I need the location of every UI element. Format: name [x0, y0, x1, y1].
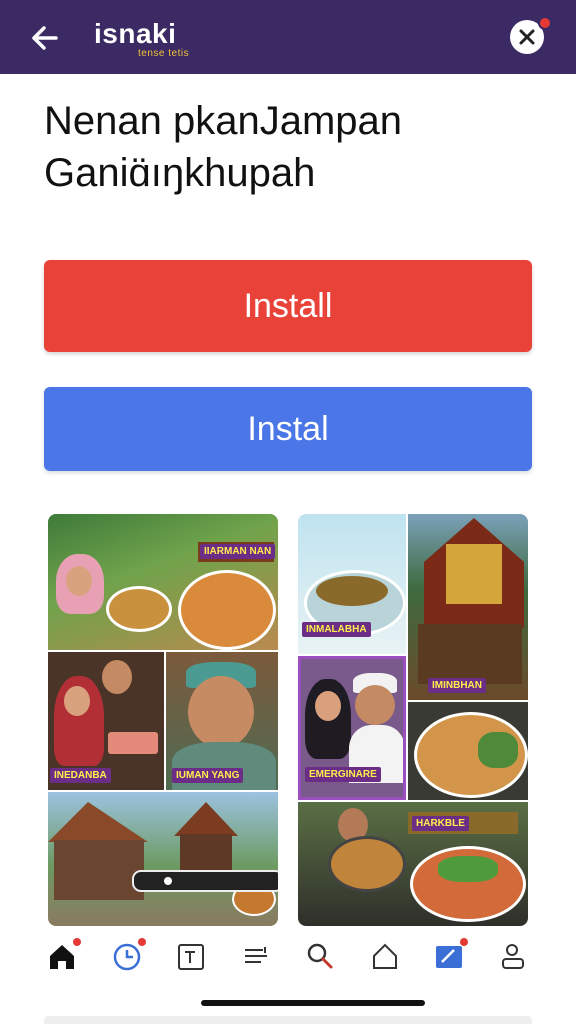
app-logo: isnaki — [94, 18, 177, 49]
tile-label: EMERGINARE — [305, 767, 381, 782]
nav-search[interactable] — [303, 939, 337, 973]
gallery-tile-noodles[interactable]: INMALABHA — [298, 514, 406, 654]
gallery-tile-selfie[interactable]: EMERGINARE — [298, 656, 406, 800]
profile-icon — [501, 944, 524, 969]
back-arrow-icon[interactable] — [26, 20, 66, 56]
nav-calendar[interactable] — [174, 939, 208, 973]
screenshot-gallery[interactable]: IIARMAN NAN INEDANBA IUMAN YANG INMALABH… — [48, 514, 528, 926]
install-button-primary[interactable]: Install — [44, 260, 532, 352]
nav-home[interactable] — [45, 938, 82, 973]
app-logo-subtitle: tense tetis — [138, 48, 190, 59]
gallery-tile-house[interactable] — [48, 792, 278, 926]
tile-label: IMINBHAN — [428, 678, 486, 693]
scrubber-knob[interactable] — [164, 877, 172, 885]
tile-label: INEDANBA — [50, 768, 111, 783]
tile-label: INMALABHA — [302, 622, 371, 637]
notification-dot — [538, 16, 552, 30]
nav-profile[interactable] — [497, 939, 531, 973]
gallery-column-left[interactable]: IIARMAN NAN INEDANBA IUMAN YANG — [48, 514, 278, 926]
gallery-column-right[interactable]: INMALABHA IMINBHAN EMERGINARE HARKBLE — [298, 514, 528, 926]
nav-clock[interactable] — [110, 938, 146, 973]
nav-badge — [137, 938, 146, 946]
bottom-sheet-edge — [44, 1016, 532, 1024]
tile-label: IIARMAN NAN — [200, 544, 276, 559]
calendar-icon — [178, 944, 205, 970]
nav-house[interactable] — [368, 939, 402, 973]
install-button-secondary[interactable]: Instal — [44, 387, 532, 471]
gallery-tile-food-1[interactable]: IIARMAN NAN — [48, 514, 278, 650]
home-indicator[interactable] — [201, 1000, 425, 1006]
page-title: Nenan pkanJampan Ganiɑ̈ıŋkhupah — [44, 95, 544, 199]
gallery-tile-vendor[interactable]: HARKBLE — [298, 802, 528, 926]
video-scrubber[interactable] — [132, 870, 278, 892]
gallery-tile-man[interactable]: IUMAN YANG — [166, 652, 278, 790]
search-icon — [308, 943, 333, 969]
list-icon — [244, 947, 267, 963]
nav-edit[interactable] — [432, 938, 469, 973]
nav-badge — [73, 938, 82, 946]
app-header: isnaki tense tetis — [0, 0, 576, 74]
nav-badge — [460, 938, 469, 946]
tile-label: IUMAN YANG — [172, 768, 244, 783]
tile-label: HARKBLE — [412, 816, 469, 831]
gallery-tile-couple[interactable]: INEDANBA — [48, 652, 164, 790]
house-icon — [372, 943, 397, 969]
gallery-tile-dish[interactable] — [408, 702, 528, 800]
bottom-navigation — [0, 930, 576, 982]
title-line-2: Ganiɑ̈ıŋkhupah — [44, 151, 316, 195]
title-line-1: Nenan pkanJampan — [44, 99, 403, 143]
nav-list[interactable] — [239, 939, 273, 973]
gallery-tile-temple[interactable]: IMINBHAN — [408, 514, 528, 700]
